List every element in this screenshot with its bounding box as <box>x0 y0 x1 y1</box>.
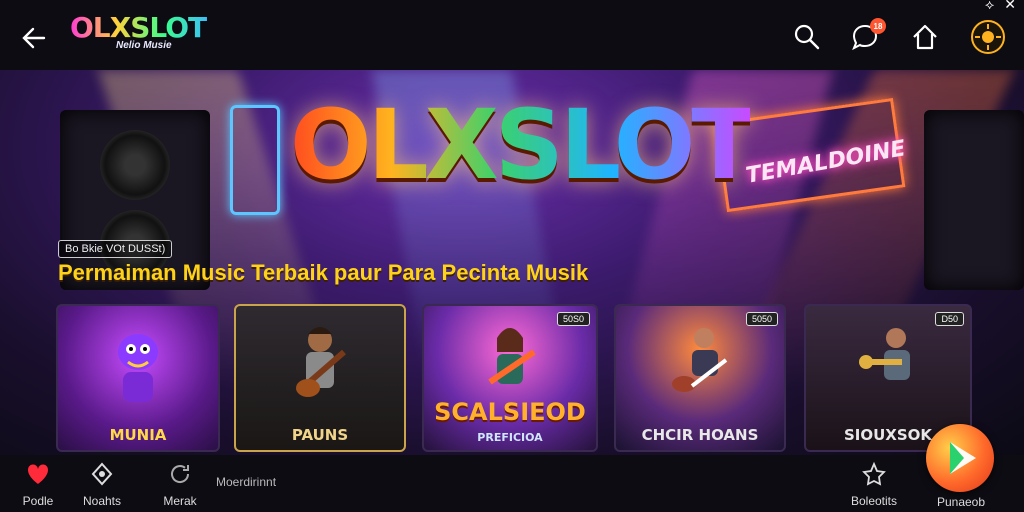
game-card[interactable]: PAUNS <box>234 304 406 452</box>
card-title: PAUNS <box>291 426 349 444</box>
nav-item-boleotits[interactable]: Boleotits <box>842 461 906 508</box>
nav-label: Boleotits <box>850 494 898 508</box>
card-title: MUNIA <box>109 426 167 444</box>
card-subtitle: PREFICIOA <box>477 431 543 444</box>
card-title: SCALSIEOD <box>434 398 586 426</box>
app-logo[interactable]: OLXSLOT Nelio Musie <box>70 14 210 58</box>
play-icon <box>950 442 976 474</box>
system-icons: ⟡ ✕ <box>985 0 1016 13</box>
card-tag: 50S0 <box>556 312 590 326</box>
game-card[interactable]: MUNIA <box>56 304 220 452</box>
nav-item-moerdirinnt[interactable]: Moerdirinnt <box>216 475 296 489</box>
nav-item-podle[interactable]: Podle <box>8 461 68 508</box>
character-illustration <box>118 334 158 402</box>
nav-label: Podle <box>22 494 54 508</box>
search-icon[interactable] <box>792 22 822 52</box>
game-card[interactable]: 5050 CHCIR HOANS <box>614 304 786 452</box>
hero-tag: Bo Bkie VOt DUSSt) <box>58 240 173 258</box>
guitarist-illustration <box>296 327 346 397</box>
heart-icon <box>27 464 49 484</box>
hero-title: OLXSLOT <box>290 89 757 201</box>
back-arrow-icon[interactable] <box>20 24 48 52</box>
refresh-icon <box>171 465 190 483</box>
home-icon[interactable] <box>910 22 940 52</box>
game-card-row: MUNIA PAUNS 50S0 SCALSIEOD PREFICIOA 505… <box>0 304 1024 454</box>
nav-item-merak[interactable]: Merak <box>150 461 210 508</box>
nav-item-punaeob[interactable]: Punaeob <box>928 495 994 509</box>
play-store-button[interactable] <box>926 424 994 492</box>
card-tag: 5050 <box>745 312 778 326</box>
hero-banner[interactable]: TEMALDOINE OLXSLOT Bo Bkie VOt DUSSt) Pe… <box>0 70 1024 455</box>
star-icon <box>862 461 886 486</box>
chat-button[interactable]: 18 <box>850 18 886 52</box>
top-bar: OLXSLOT Nelio Musie ⟡ ✕ 18 <box>0 0 1024 70</box>
neon-panel <box>230 105 280 215</box>
window-close-icon[interactable]: ✕ <box>1004 0 1016 13</box>
signal-icon: ⟡ <box>985 0 995 12</box>
drummer-illustration <box>672 328 728 392</box>
nav-label: Merak <box>163 494 197 508</box>
nav-item-noahts[interactable]: Noahts <box>72 461 132 508</box>
speaker-cone <box>100 130 170 200</box>
speaker-right <box>924 110 1024 290</box>
hero-headline: Permaiman Music Terbaik paur Para Pecint… <box>58 260 589 285</box>
bottom-nav-bar: Podle Noahts Merak Moerdirinnt Boleotits… <box>0 455 1024 512</box>
logo-text: OLXSLOT <box>70 14 210 42</box>
diamond-icon <box>91 462 113 486</box>
card-title: CHCIR HOANS <box>641 426 759 444</box>
sun-icon[interactable] <box>970 19 1006 55</box>
card-tag: D50 <box>935 312 964 326</box>
trumpet-player-illustration <box>859 328 910 380</box>
nav-label: Punaeob <box>936 495 986 509</box>
game-card[interactable]: 50S0 SCALSIEOD PREFICIOA <box>422 304 598 452</box>
nav-label: Moerdirinnt <box>216 475 277 489</box>
nav-label: Noahts <box>82 494 122 508</box>
notification-badge: 18 <box>870 18 886 34</box>
